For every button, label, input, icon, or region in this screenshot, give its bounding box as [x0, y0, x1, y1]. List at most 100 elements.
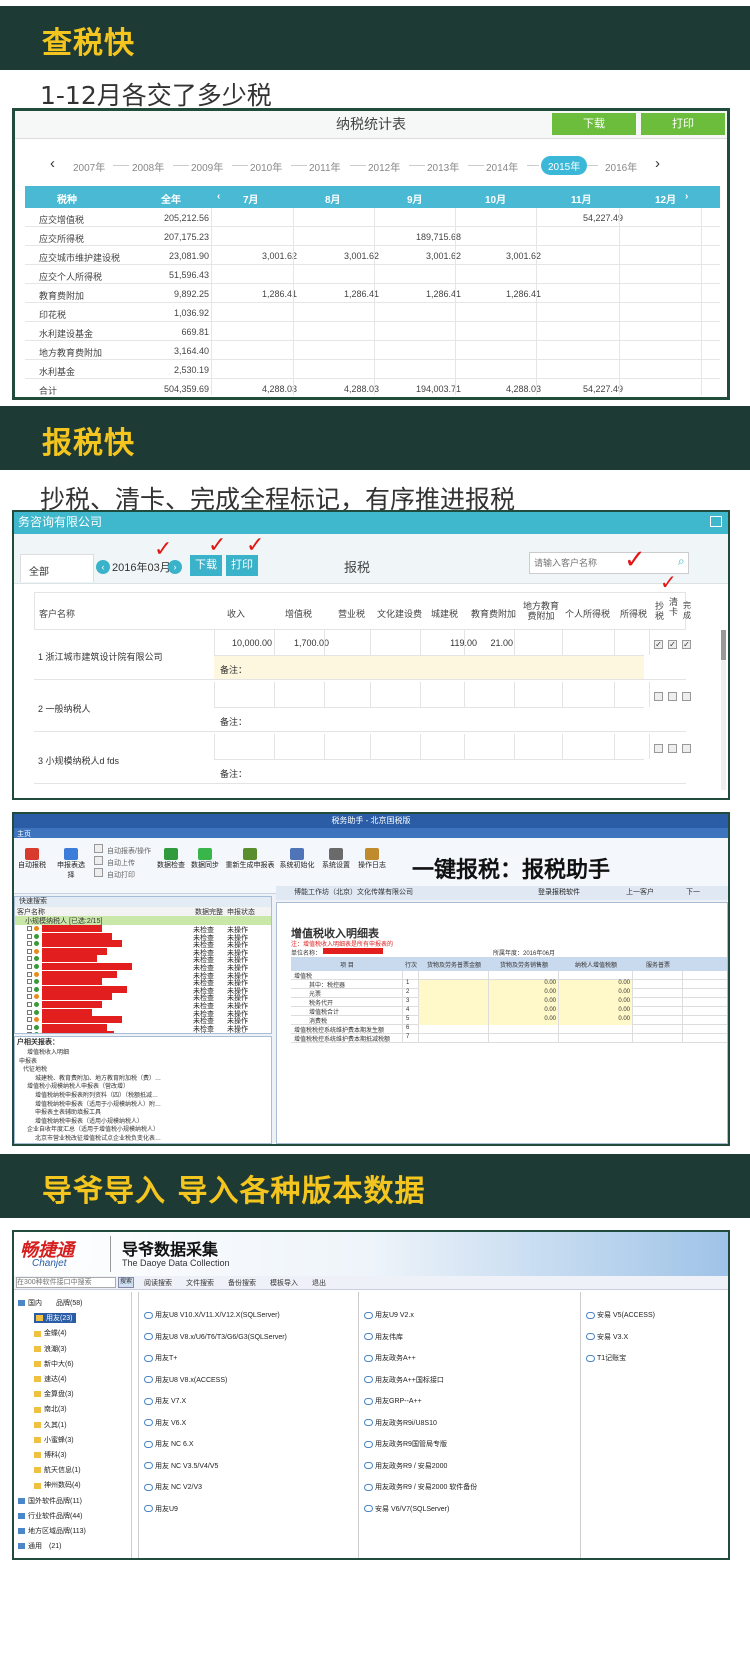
software-item[interactable]: 用友T+	[144, 1353, 177, 1363]
chevron-right-icon[interactable]: ›	[685, 191, 688, 202]
form-cell[interactable]	[559, 1025, 633, 1034]
software-item[interactable]: 用友 NC 6.X	[144, 1439, 194, 1449]
next-month-icon[interactable]: ›	[168, 560, 182, 574]
option-auto-report[interactable]: 自动报表/操作	[107, 848, 151, 855]
toolbar-auto-file[interactable]: 自动报税	[18, 860, 46, 870]
software-item[interactable]: 安易 V5(ACCESS)	[586, 1310, 655, 1320]
checkbox[interactable]	[682, 692, 691, 701]
software-item[interactable]: 用友GRP--A++	[364, 1396, 422, 1406]
brand-tree-item[interactable]: 神州数码(4)	[34, 1480, 81, 1490]
form-cell[interactable]	[633, 998, 683, 1007]
next-client-button[interactable]: 下一	[686, 886, 700, 900]
menu-item[interactable]: 文件搜索	[186, 1280, 214, 1287]
software-item[interactable]: 用友U8 V8.x(ACCESS)	[144, 1375, 227, 1385]
client-tree-item[interactable]: 未检查未操作	[17, 1023, 271, 1033]
prev-client-button[interactable]: 上一客户	[626, 886, 654, 900]
year-item[interactable]: 2008年	[132, 159, 164, 174]
next-year-icon[interactable]: ›	[655, 155, 660, 172]
year-item[interactable]: 2014年	[486, 159, 518, 174]
software-item[interactable]: 用友 NC V2/V3	[144, 1482, 202, 1492]
brand-tree-item[interactable]: 国外软件品牌(11)	[18, 1496, 82, 1506]
note-row[interactable]: 备注：	[214, 655, 644, 679]
checkbox[interactable]: ✓	[668, 640, 677, 649]
toolbar-settings[interactable]: 系统设置	[320, 860, 352, 870]
form-cell[interactable]: 0.00	[489, 989, 559, 998]
brand-tree-item[interactable]: 国内 品牌(58)	[18, 1298, 82, 1308]
prev-year-icon[interactable]: ‹	[50, 155, 55, 172]
print-button[interactable]: 打印	[226, 555, 258, 576]
year-item[interactable]: 2009年	[191, 159, 223, 174]
brand-tree-item[interactable]: 南北(3)	[34, 1404, 67, 1414]
client-name[interactable]: 3 小规模纳税人d fds	[38, 754, 119, 767]
form-cell[interactable]	[633, 1025, 683, 1034]
form-cell[interactable]: 0.00	[489, 1007, 559, 1016]
form-cell[interactable]	[419, 1007, 489, 1016]
brand-tree-item[interactable]: 用友(23)	[34, 1313, 77, 1324]
form-cell[interactable]: 0.00	[559, 980, 633, 989]
form-cell[interactable]	[489, 1034, 559, 1043]
download-button[interactable]: 下载	[190, 555, 222, 576]
search-icon[interactable]: ⌕	[678, 554, 685, 569]
software-item[interactable]: 用友 NC V3.5/V4/V5	[144, 1461, 218, 1471]
amount-cell[interactable]: 10,000.00	[217, 638, 272, 648]
toolbar-form-select[interactable]: 申报表选择	[54, 860, 88, 880]
brand-tree-item[interactable]: 金算盘(3)	[34, 1389, 74, 1399]
form-cell[interactable]: 0.00	[559, 1016, 633, 1025]
interface-search-input[interactable]	[16, 1277, 116, 1288]
brand-tree-item[interactable]: 小蜜蜂(3)	[34, 1435, 74, 1445]
amount-cell[interactable]: 1,700.00	[274, 638, 329, 648]
toolbar-data-check[interactable]: 数据检查	[156, 860, 186, 870]
toolbar-data-sync[interactable]: 数据同步	[190, 860, 220, 870]
chevron-left-icon[interactable]: ‹	[217, 191, 220, 202]
client-tree-item[interactable]: 未检查未操作	[17, 1016, 271, 1025]
checkbox[interactable]: ✓	[654, 640, 663, 649]
client-tree-item[interactable]: 未检查未操作	[17, 940, 271, 949]
software-item[interactable]: 用友 V7.X	[144, 1396, 186, 1406]
client-tree-item[interactable]: 未检查未操作	[17, 963, 271, 972]
client-tree-item[interactable]: 未检查未操作	[17, 993, 271, 1002]
client-tree-item[interactable]: 未检查未操作	[17, 970, 271, 980]
form-cell[interactable]	[559, 971, 633, 980]
tab-all[interactable]: 全部	[20, 554, 94, 582]
year-item[interactable]: 2011年	[309, 159, 341, 174]
form-cell[interactable]	[633, 989, 683, 998]
login-button[interactable]: 登录报税软件	[538, 886, 580, 900]
software-item[interactable]: 用友U9	[144, 1504, 178, 1514]
client-tree-item[interactable]: 未检查未操作	[17, 925, 271, 934]
client-tree-item[interactable]: 未检查未操作	[17, 1001, 271, 1010]
form-cell[interactable]	[419, 1025, 489, 1034]
download-button[interactable]: 下载	[552, 113, 636, 135]
note-row[interactable]: 备注：	[214, 759, 644, 783]
brand-tree-item[interactable]: 金蝶(4)	[34, 1328, 67, 1338]
software-item[interactable]: 用友政务R9i/U8S10	[364, 1418, 437, 1428]
form-cell[interactable]: 0.00	[559, 1007, 633, 1016]
form-cell[interactable]	[489, 1025, 559, 1034]
year-item[interactable]: 2007年	[73, 159, 105, 174]
brand-tree-item[interactable]: 速达(4)	[34, 1374, 67, 1384]
form-cell[interactable]	[633, 1007, 683, 1016]
client-tree-item[interactable]: 未检查未操作	[17, 1031, 271, 1033]
client-group[interactable]: 小规模纳税人 [已选:2/15]	[15, 916, 271, 925]
client-tree-item[interactable]: 未检查未操作	[17, 947, 271, 957]
form-cell[interactable]	[419, 980, 489, 989]
software-item[interactable]: 用友 V6.X	[144, 1418, 186, 1428]
form-cell[interactable]	[419, 998, 489, 1007]
client-tree-item[interactable]: 未检查未操作	[17, 932, 271, 942]
amount-cell[interactable]: 21.00	[458, 638, 513, 648]
form-cell[interactable]: 0.00	[489, 980, 559, 989]
software-item[interactable]: 用友U9 V2.x	[364, 1310, 414, 1320]
software-item[interactable]: 用友U8 V8.x/U6/T6/T3/G6/G3(SQLServer)	[144, 1332, 287, 1342]
brand-tree-item[interactable]: 地方区域品牌(113)	[18, 1526, 86, 1536]
form-cell[interactable]	[489, 971, 559, 980]
form-cell[interactable]: 0.00	[559, 989, 633, 998]
year-item[interactable]: 2012年	[368, 159, 400, 174]
message-icon[interactable]	[710, 516, 722, 527]
menu-item[interactable]: 备份搜索	[228, 1280, 256, 1287]
search-button[interactable]: 搜索	[118, 1277, 134, 1288]
form-cell[interactable]	[419, 1034, 489, 1043]
software-item[interactable]: 用友政务R9 / 安易2000	[364, 1461, 447, 1471]
toolbar-regenerate[interactable]: 重新生成申报表	[224, 860, 276, 870]
form-cell[interactable]	[633, 971, 683, 980]
checkbox[interactable]	[654, 692, 663, 701]
brand-tree-item[interactable]: 新中大(6)	[34, 1359, 74, 1369]
